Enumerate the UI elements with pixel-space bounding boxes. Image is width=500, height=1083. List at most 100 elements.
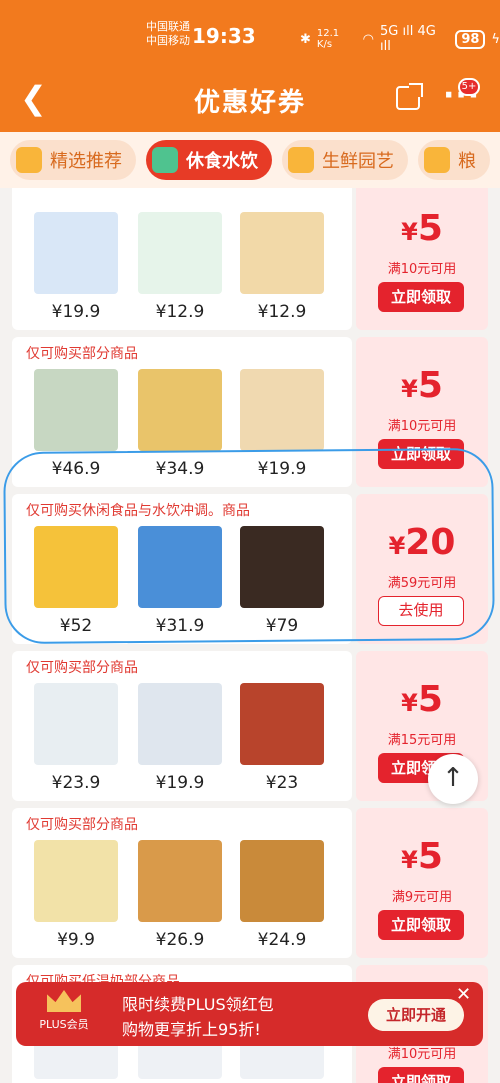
wifi-icon: ◠ xyxy=(362,31,375,47)
coupon-scope: 仅可购买休闲食品与水饮冲调。商品 xyxy=(26,503,250,519)
product-price: ¥26.9 xyxy=(155,930,205,950)
product-price: ¥9.9 xyxy=(57,930,95,950)
product-item[interactable]: ¥19.9 xyxy=(30,212,122,322)
product-item[interactable]: ¥19.9 xyxy=(134,683,226,793)
carrier-1: 中国联通 xyxy=(146,20,190,33)
charging-icon: ϟ xyxy=(491,31,500,47)
product-price: ¥31.9 xyxy=(155,616,205,636)
product-image xyxy=(240,212,324,294)
page-title: 优惠好券 xyxy=(193,88,306,118)
coupon-condition: 满59元可用 xyxy=(387,576,457,591)
coupon-value-panel: ¥5 满10元可用立即领取 xyxy=(356,188,488,330)
carrier-2: 中国移动 xyxy=(146,34,190,47)
claim-coupon-button[interactable]: 立即领取 xyxy=(378,282,464,312)
amount-value: 5 xyxy=(417,208,443,249)
product-item[interactable]: ¥24.9 xyxy=(236,840,328,950)
product-item[interactable]: ¥19.9 xyxy=(236,369,328,479)
claim-coupon-button[interactable]: 立即领取 xyxy=(378,910,464,940)
product-image xyxy=(138,526,222,608)
bluetooth-icon: ✱ xyxy=(300,31,311,47)
product-item[interactable]: ¥23.9 xyxy=(30,683,122,793)
coupon-amount: ¥5 xyxy=(356,365,488,406)
product-image xyxy=(34,526,118,608)
claim-coupon-button[interactable]: 立即领取 xyxy=(378,1067,464,1083)
product-image xyxy=(34,369,118,451)
plus-badge: PLUS会员 xyxy=(34,990,94,1038)
coupon-card[interactable]: ¥19.9 ¥12.9 ¥12.9 ¥5 满10元可用 立即领取 xyxy=(12,188,488,330)
coupon-products: 仅可购买部分商品 ¥46.9 ¥34.9 ¥19.9 xyxy=(12,337,352,487)
tab-fresh-garden[interactable]: 生鲜园艺 xyxy=(282,140,408,180)
coupon-scope: 仅可购买部分商品 xyxy=(26,346,138,362)
notification-badge: 5+ xyxy=(458,78,480,96)
product-image xyxy=(34,212,118,294)
coupon-condition: 满9元可用 xyxy=(391,890,453,905)
amount-value: 20 xyxy=(405,522,456,563)
coupon-products: 仅可购买部分商品 ¥23.9 ¥19.9 ¥23 xyxy=(12,651,352,801)
coupon-card[interactable]: 仅可购买休闲食品与水饮冲调。商品 ¥52 ¥31.9 ¥79 ¥20 满59元可用去使用 xyxy=(12,494,488,644)
status-bar: 中国联通 中国移动 19:33 ✱ 12.1 K/s ◠ 5G ıll 4G ı… xyxy=(0,0,500,68)
clock: 19:33 xyxy=(192,24,256,48)
product-image xyxy=(138,369,222,451)
product-item[interactable]: ¥12.9 xyxy=(236,212,328,322)
product-item[interactable]: ¥52 xyxy=(30,526,122,636)
coupon-products: ¥19.9 ¥12.9 ¥12.9 xyxy=(12,188,352,330)
amount-value: 5 xyxy=(417,365,443,406)
coupon-scope: 仅可购买部分商品 xyxy=(26,817,138,833)
arrow-up-icon: ↑ xyxy=(442,763,464,793)
product-item[interactable]: ¥46.9 xyxy=(30,369,122,479)
product-image xyxy=(240,840,324,922)
promo-line-2: 购物更享折上95折! xyxy=(122,1020,261,1039)
currency-symbol: ¥ xyxy=(401,375,418,403)
coupon-value-panel: ¥20 满59元可用去使用 xyxy=(356,494,488,644)
currency-symbol: ¥ xyxy=(401,218,418,246)
product-item[interactable]: ¥9.9 xyxy=(30,840,122,950)
coupon-scope: 仅可购买部分商品 xyxy=(26,660,138,676)
product-price: ¥79 xyxy=(265,616,299,636)
tab-label: 休食水饮 xyxy=(186,151,258,172)
coupon-card[interactable]: 仅可购买部分商品 ¥9.9 ¥26.9 ¥24.9 ¥5 满9元可用 立即领取 xyxy=(12,808,488,958)
product-item[interactable]: ¥34.9 xyxy=(134,369,226,479)
use-coupon-button[interactable]: 去使用 xyxy=(378,596,464,626)
carrier-info: 中国联通 中国移动 xyxy=(146,20,190,48)
category-tabs: 精选推荐 休食水饮 生鲜园艺 粮 xyxy=(0,132,500,188)
share-icon[interactable] xyxy=(396,83,423,110)
currency-symbol: ¥ xyxy=(388,532,406,560)
product-price: ¥23.9 xyxy=(51,773,101,793)
back-to-top-button[interactable]: ↑ xyxy=(428,754,478,804)
plus-badge-label: PLUS会员 xyxy=(39,1018,89,1031)
product-item[interactable]: ¥79 xyxy=(236,526,328,636)
tab-grain[interactable]: 粮 xyxy=(418,140,490,180)
product-item[interactable]: ¥12.9 xyxy=(134,212,226,322)
coupon-value-panel: ¥5 满9元可用 立即领取 xyxy=(356,808,488,958)
product-image xyxy=(138,212,222,294)
coupon-card[interactable]: 仅可购买部分商品 ¥23.9 ¥19.9 ¥23 ¥5 满15元可用 立即领取 xyxy=(12,651,488,801)
product-price: ¥24.9 xyxy=(257,930,307,950)
coupon-amount: ¥5 xyxy=(356,679,488,720)
tab-label: 精选推荐 xyxy=(50,151,122,172)
product-image xyxy=(240,526,324,608)
product-item[interactable]: ¥23 xyxy=(236,683,328,793)
network-speed: 12.1 K/s xyxy=(316,28,340,50)
claim-coupon-button[interactable]: 立即领取 xyxy=(378,439,464,469)
plus-promo-banner[interactable]: PLUS会员 限时续费PLUS领红包 购物更享折上95折! 立即开通 ✕ xyxy=(16,982,483,1046)
product-price: ¥19.9 xyxy=(155,773,205,793)
product-price: ¥19.9 xyxy=(257,459,307,479)
close-icon[interactable]: ✕ xyxy=(456,984,471,1005)
currency-symbol: ¥ xyxy=(401,689,418,717)
currency-symbol: ¥ xyxy=(401,846,418,874)
product-price: ¥12.9 xyxy=(155,302,205,322)
nav-bar: ❮ 优惠好券 ··· 5+ xyxy=(0,68,500,132)
coupon-list[interactable]: ¥19.9 ¥12.9 ¥12.9 ¥5 满10元可用 立即领取 仅可购买部分商品 ¥46.9… xyxy=(0,188,500,1083)
product-price: ¥12.9 xyxy=(257,302,307,322)
coupon-card[interactable]: 仅可购买部分商品 ¥46.9 ¥34.9 ¥19.9 ¥5 满10元可用 立即领取 xyxy=(12,337,488,487)
grain-icon xyxy=(424,147,450,173)
product-item[interactable]: ¥31.9 xyxy=(134,526,226,636)
product-price: ¥46.9 xyxy=(51,459,101,479)
product-item[interactable]: ¥26.9 xyxy=(134,840,226,950)
coupon-value-panel: ¥5 满10元可用立即领取 xyxy=(356,337,488,487)
produce-icon xyxy=(288,147,314,173)
coupon-condition: 满15元可用 xyxy=(387,733,457,748)
tab-snacks-drinks[interactable]: 休食水饮 xyxy=(146,140,272,180)
activate-plus-button[interactable]: 立即开通 xyxy=(368,999,464,1031)
tab-featured[interactable]: 精选推荐 xyxy=(10,140,136,180)
